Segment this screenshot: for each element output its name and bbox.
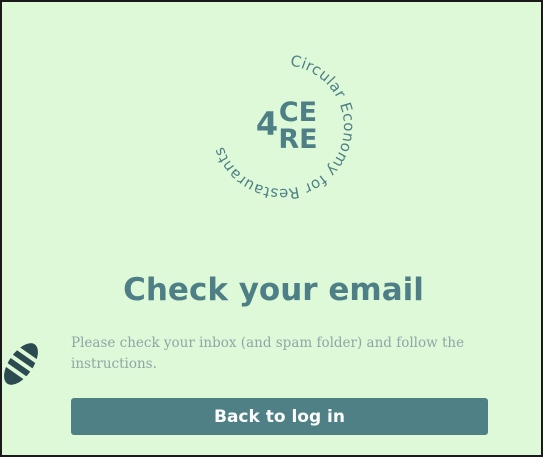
ce4re-logo: Circular Economy for Restaurants 4 CE RE (207, 52, 357, 202)
logo-line-2: RE (278, 124, 317, 155)
ce4re-logo-icon: Circular Economy for Restaurants 4 CE RE (210, 52, 357, 202)
login-panel: Circular Economy for Restaurants 4 CE RE… (0, 0, 543, 457)
back-to-login-button[interactable]: Back to log in (71, 398, 488, 435)
instructions-text: Please check your inbox (and spam folder… (71, 335, 465, 372)
logo-mark: 4 (256, 105, 278, 143)
page-title: Check your email (123, 272, 424, 308)
striped-leaf-icon (2, 334, 40, 394)
